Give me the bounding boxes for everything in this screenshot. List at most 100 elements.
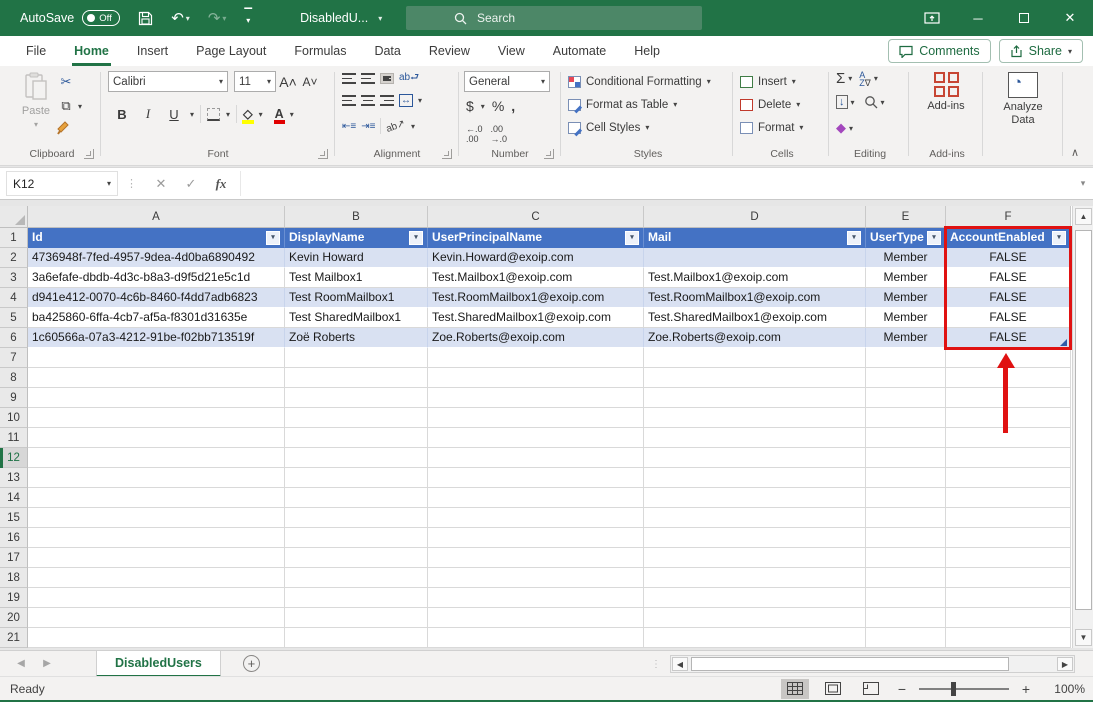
cell-E16[interactable]: [866, 528, 946, 548]
cell-B10[interactable]: [285, 408, 428, 428]
cell-styles-button[interactable]: Cell Styles ▾: [568, 117, 649, 138]
cell-A11[interactable]: [28, 428, 285, 448]
merge-center-icon[interactable]: ↔: [399, 94, 413, 107]
cell-E11[interactable]: [866, 428, 946, 448]
decrease-font-size-button[interactable]: A˅: [300, 72, 320, 92]
cell-B11[interactable]: [285, 428, 428, 448]
cell-A15[interactable]: [28, 508, 285, 528]
cell-E5[interactable]: Member: [866, 308, 946, 328]
cell-A6[interactable]: 1c60566a-07a3-4212-91be-f02bb713519f: [28, 328, 285, 348]
cell-F4[interactable]: FALSE: [946, 288, 1071, 308]
scroll-right-icon[interactable]: ▶: [1057, 657, 1073, 671]
cell-F10[interactable]: [946, 408, 1071, 428]
cell-B20[interactable]: [285, 608, 428, 628]
cell-F3[interactable]: FALSE: [946, 268, 1071, 288]
column-header-C[interactable]: C: [428, 206, 644, 228]
column-header-E[interactable]: E: [866, 206, 946, 228]
copy-dropdown-icon[interactable]: ▾: [78, 102, 82, 111]
cell-C14[interactable]: [428, 488, 644, 508]
autosave-toggle[interactable]: Off: [82, 10, 120, 26]
cell-A18[interactable]: [28, 568, 285, 588]
cell-E13[interactable]: [866, 468, 946, 488]
row-header-14[interactable]: 14: [0, 488, 28, 508]
new-sheet-button[interactable]: +: [243, 655, 260, 672]
vertical-scroll-thumb[interactable]: [1075, 230, 1092, 610]
fill-color-button[interactable]: ◇: [243, 108, 253, 120]
cell-B5[interactable]: Test SharedMailbox1: [285, 308, 428, 328]
tab-review[interactable]: Review: [415, 36, 484, 66]
row-header-21[interactable]: 21: [0, 628, 28, 648]
table-resize-handle[interactable]: [1060, 339, 1067, 346]
row-header-16[interactable]: 16: [0, 528, 28, 548]
find-select-icon[interactable]: [864, 95, 878, 109]
merge-dropdown-icon[interactable]: ▾: [418, 96, 422, 105]
font-color-button[interactable]: A: [275, 108, 284, 120]
cell-E7[interactable]: [866, 348, 946, 368]
row-header-5[interactable]: 5: [0, 308, 28, 328]
format-cells-button[interactable]: Format ▾: [740, 117, 803, 138]
borders-dropdown-icon[interactable]: ▾: [226, 110, 230, 119]
row-header-17[interactable]: 17: [0, 548, 28, 568]
document-title[interactable]: DisabledU... ▾: [300, 11, 382, 25]
cell-D14[interactable]: [644, 488, 866, 508]
tab-page-layout[interactable]: Page Layout: [182, 36, 280, 66]
tab-file[interactable]: File: [12, 36, 60, 66]
formula-bar-grip[interactable]: ⋮: [126, 177, 138, 190]
cell-F18[interactable]: [946, 568, 1071, 588]
search-input[interactable]: Search: [406, 6, 702, 30]
column-header-D[interactable]: D: [644, 206, 866, 228]
page-layout-view-button[interactable]: [819, 679, 847, 699]
cell-E2[interactable]: Member: [866, 248, 946, 268]
zoom-slider-handle[interactable]: [951, 682, 956, 696]
cell-A4[interactable]: d941e412-0070-4c6b-8460-f4dd7adb6823: [28, 288, 285, 308]
cell-B21[interactable]: [285, 628, 428, 648]
cell-D13[interactable]: [644, 468, 866, 488]
align-left-icon[interactable]: [342, 95, 356, 106]
cell-D21[interactable]: [644, 628, 866, 648]
cell-D17[interactable]: [644, 548, 866, 568]
row-header-8[interactable]: 8: [0, 368, 28, 388]
cell-C8[interactable]: [428, 368, 644, 388]
tab-help[interactable]: Help: [620, 36, 674, 66]
cell-E14[interactable]: [866, 488, 946, 508]
cell-D3[interactable]: Test.Mailbox1@exoip.com: [644, 268, 866, 288]
cell-D4[interactable]: Test.RoomMailbox1@exoip.com: [644, 288, 866, 308]
cell-D12[interactable]: [644, 448, 866, 468]
cell-E17[interactable]: [866, 548, 946, 568]
font-size-combo[interactable]: 11 ▾: [234, 71, 276, 92]
cell-D15[interactable]: [644, 508, 866, 528]
decrease-decimal-button[interactable]: .00→.0: [491, 124, 508, 144]
cell-D10[interactable]: [644, 408, 866, 428]
orientation-dropdown-icon[interactable]: ▾: [411, 122, 415, 131]
increase-indent-icon[interactable]: ⇥≡: [361, 121, 375, 132]
cell-D11[interactable]: [644, 428, 866, 448]
cell-C21[interactable]: [428, 628, 644, 648]
tab-automate[interactable]: Automate: [539, 36, 621, 66]
close-button[interactable]: ✕: [1047, 0, 1093, 36]
percent-format-button[interactable]: %: [492, 98, 504, 114]
clear-dropdown-icon[interactable]: ▾: [849, 124, 853, 133]
cell-F6[interactable]: FALSE: [946, 328, 1071, 348]
comma-format-button[interactable]: ,: [511, 98, 515, 114]
cell-C19[interactable]: [428, 588, 644, 608]
cell-A17[interactable]: [28, 548, 285, 568]
cell-F21[interactable]: [946, 628, 1071, 648]
align-right-icon[interactable]: [380, 95, 394, 106]
normal-view-button[interactable]: [781, 679, 809, 699]
borders-icon[interactable]: [207, 108, 220, 121]
orientation-icon[interactable]: ab↗: [385, 117, 407, 134]
cell-B18[interactable]: [285, 568, 428, 588]
cell-E12[interactable]: [866, 448, 946, 468]
cell-A8[interactable]: [28, 368, 285, 388]
filter-button-A[interactable]: ▾: [266, 231, 280, 245]
row-header-3[interactable]: 3: [0, 268, 28, 288]
cell-C11[interactable]: [428, 428, 644, 448]
autosum-button[interactable]: Σ: [836, 70, 845, 87]
clear-button[interactable]: ◆: [836, 120, 846, 136]
cell-A16[interactable]: [28, 528, 285, 548]
cell-B15[interactable]: [285, 508, 428, 528]
align-center-icon[interactable]: [361, 95, 375, 106]
font-color-dropdown-icon[interactable]: ▾: [290, 110, 294, 119]
cell-F11[interactable]: [946, 428, 1071, 448]
cell-F16[interactable]: [946, 528, 1071, 548]
